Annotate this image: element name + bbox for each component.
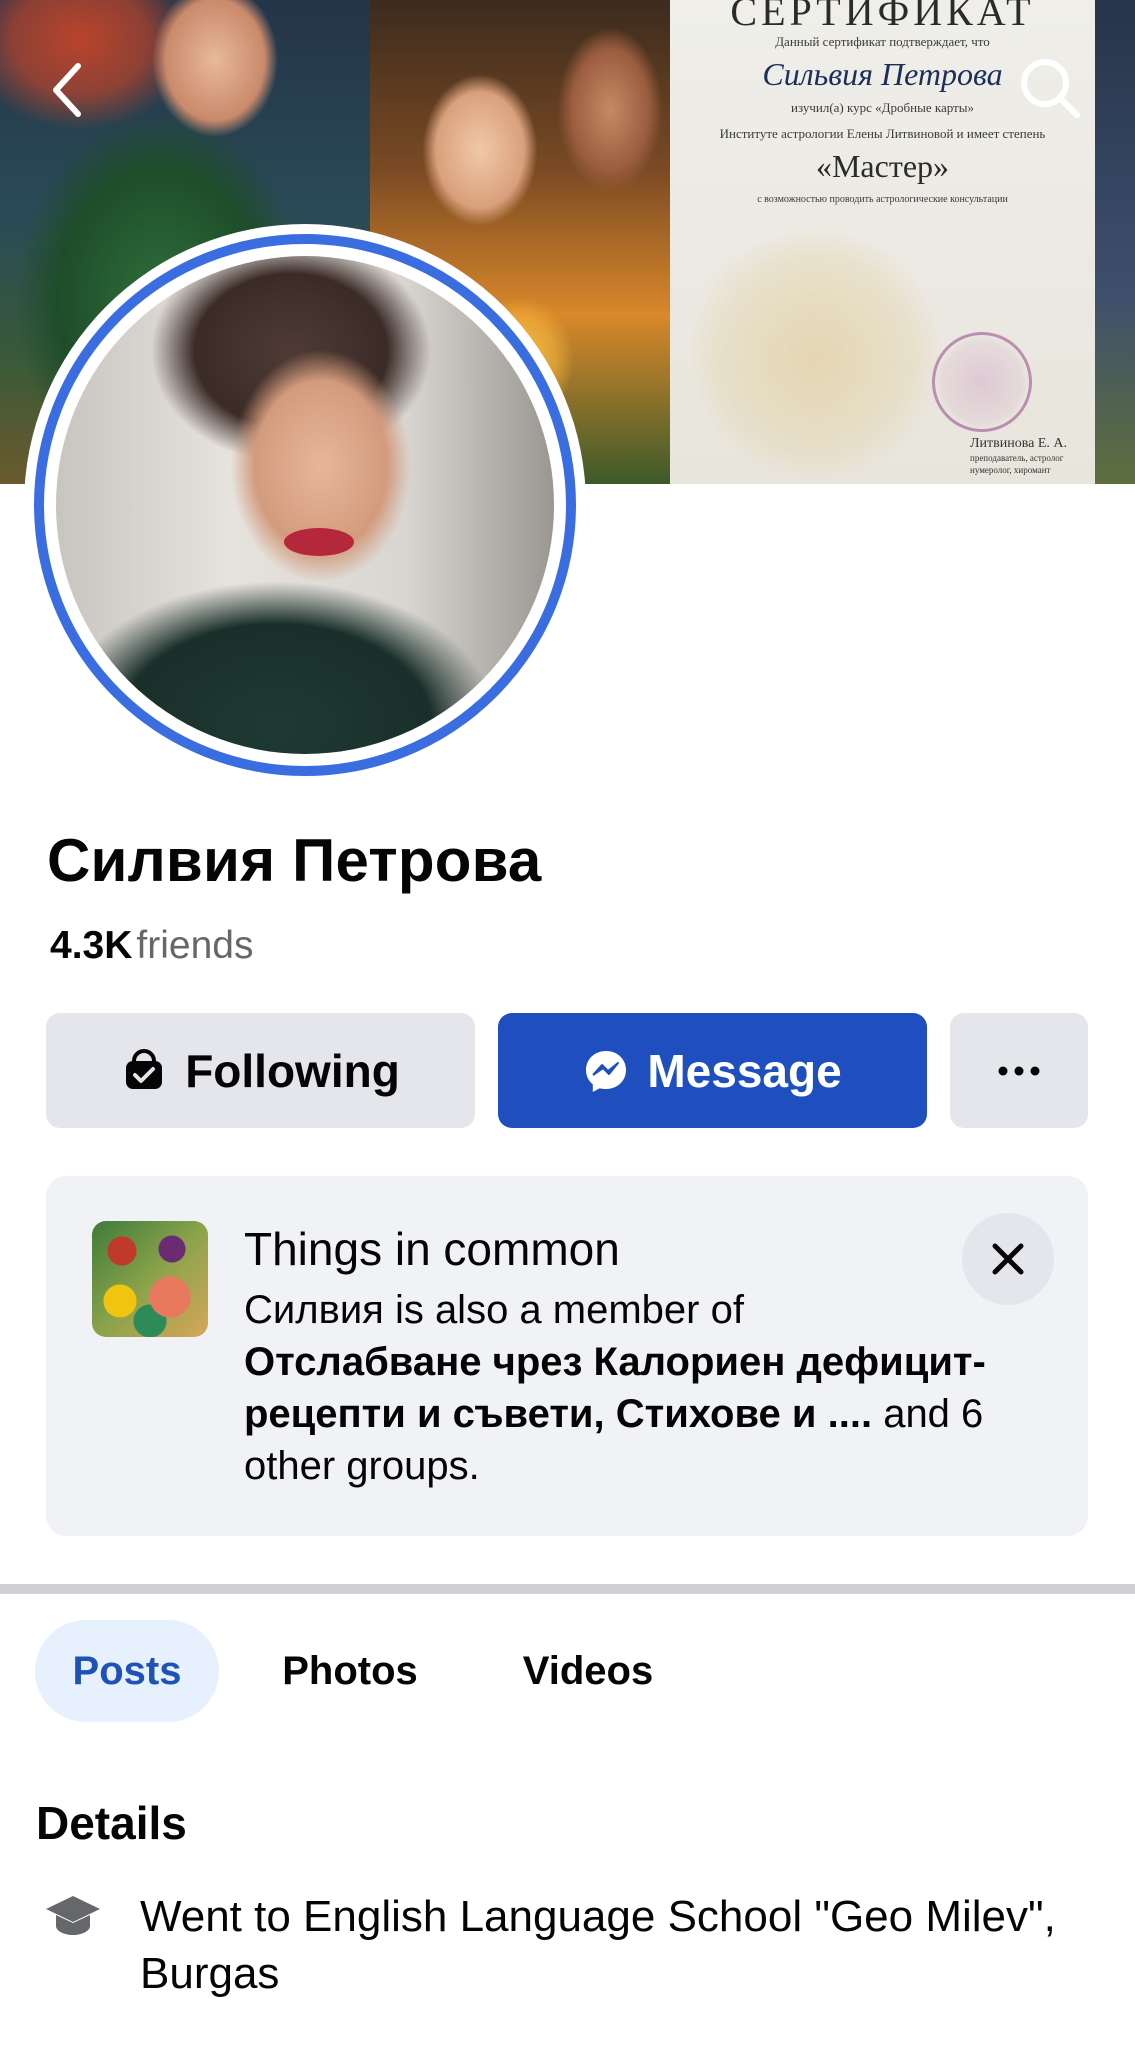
close-icon	[992, 1243, 1024, 1275]
following-bag-icon	[121, 1048, 167, 1094]
graduation-cap-icon	[44, 1888, 102, 1946]
dismiss-card-button[interactable]	[962, 1213, 1054, 1305]
tab-videos[interactable]: Videos	[494, 1620, 682, 1722]
common-intro: Силвия is also a member of	[244, 1288, 744, 1332]
search-button[interactable]	[1018, 56, 1082, 120]
detail-education[interactable]: Went to English Language School "Geo Mil…	[140, 1888, 1080, 2002]
tab-posts[interactable]: Posts	[35, 1620, 219, 1722]
back-button[interactable]	[36, 58, 100, 122]
certificate-stamp	[932, 332, 1032, 432]
following-label: Following	[185, 1044, 400, 1097]
details-heading: Details	[36, 1797, 187, 1849]
group-thumbnail	[92, 1221, 208, 1337]
avatar-photo	[56, 256, 554, 754]
certificate-line-1: Данный сертификат подтверждает, что	[775, 34, 990, 49]
things-in-common-text: Силвия is also a member of Отслабване чр…	[244, 1284, 1004, 1492]
friends-label: friends	[136, 924, 254, 967]
certificate-signer-name: Литвинова Е. А.	[970, 436, 1068, 451]
messenger-icon	[583, 1048, 629, 1094]
message-button[interactable]: Message	[498, 1013, 927, 1128]
certificate-degree: «Мастер»	[815, 148, 950, 184]
friends-count: 4.3K	[50, 924, 133, 967]
profile-avatar[interactable]	[24, 224, 586, 786]
search-icon	[1021, 59, 1080, 118]
certificate-signer: Литвинова Е. А. преподаватель, астролог …	[970, 436, 1100, 476]
things-in-common-title: Things in common	[244, 1223, 620, 1275]
certificate-line-3: Институте астрологии Елены Литвиновой и …	[719, 126, 1046, 141]
certificate-gold-seal	[690, 230, 940, 480]
section-divider	[0, 1584, 1135, 1594]
profile-name: Силвия Петрова	[47, 827, 542, 894]
avatar-photo-detail	[284, 528, 354, 556]
certificate-line-4: с возможностью проводить астрологические…	[757, 194, 1008, 205]
certificate-signer-role-2: нумеролог, хиромант	[970, 465, 1051, 475]
chevron-left-icon	[53, 63, 81, 117]
following-button[interactable]: Following	[46, 1013, 475, 1128]
friends-count-link[interactable]: 4.3K friends	[50, 924, 253, 968]
certificate-signer-role-1: преподаватель, астролог	[970, 453, 1064, 463]
more-options-button[interactable]	[950, 1013, 1088, 1128]
message-label: Message	[647, 1044, 842, 1097]
cover-panel-edge	[1095, 0, 1135, 484]
tab-photos[interactable]: Photos	[256, 1620, 444, 1722]
more-dots-icon	[998, 1066, 1040, 1075]
things-in-common-card[interactable]: Things in common Силвия is also a member…	[46, 1176, 1088, 1536]
certificate-title: СЕРТИФИКАТ	[730, 0, 1035, 34]
